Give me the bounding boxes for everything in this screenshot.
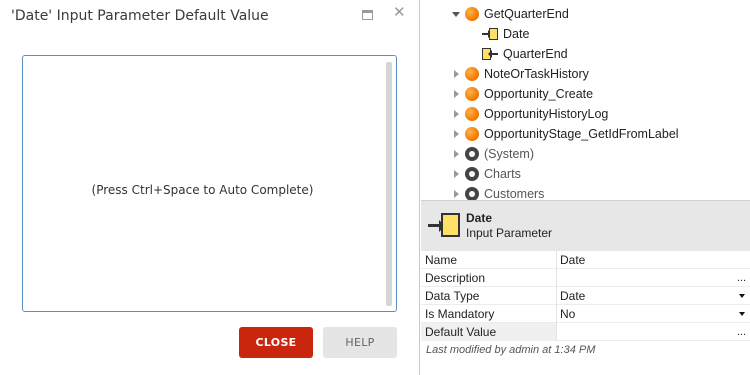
close-icon[interactable]: ✕ bbox=[393, 5, 406, 20]
output-parameter-icon bbox=[482, 48, 498, 60]
tree-item-opportunityhistorylog[interactable]: OpportunityHistoryLog bbox=[421, 104, 750, 124]
property-divider bbox=[556, 251, 557, 269]
action-icon bbox=[465, 67, 479, 81]
properties-element-name: Date bbox=[466, 211, 493, 225]
tree-item-charts[interactable]: Charts bbox=[421, 164, 750, 184]
dialog-title: 'Date' Input Parameter Default Value bbox=[11, 8, 269, 24]
tree-item-label: (System) bbox=[484, 147, 534, 161]
expand-arrow-icon[interactable] bbox=[454, 170, 459, 178]
module-icon bbox=[465, 167, 479, 181]
tree-item-system[interactable]: (System) bbox=[421, 144, 750, 164]
property-row-data-type[interactable]: Data Type Date bbox=[421, 287, 750, 305]
tree-item-label: Customers bbox=[484, 187, 545, 200]
action-icon bbox=[465, 107, 479, 121]
tree-item-label: QuarterEnd bbox=[503, 47, 568, 61]
input-parameter-icon bbox=[428, 212, 462, 240]
expand-arrow-icon[interactable] bbox=[454, 130, 459, 138]
input-parameter-icon bbox=[482, 28, 498, 40]
action-icon bbox=[465, 127, 479, 141]
tree-item-noteortaskhistory[interactable]: NoteOrTaskHistory bbox=[421, 64, 750, 84]
tree-item-date[interactable]: Date bbox=[421, 24, 750, 44]
property-key: Description bbox=[425, 271, 486, 285]
property-key: Default Value bbox=[425, 325, 497, 339]
expand-arrow-icon[interactable] bbox=[454, 150, 459, 158]
module-icon bbox=[465, 187, 479, 200]
property-key: Name bbox=[425, 253, 458, 267]
action-icon bbox=[465, 7, 479, 21]
editor-scrollbar[interactable] bbox=[386, 62, 392, 306]
property-value[interactable]: No bbox=[560, 305, 575, 323]
property-divider bbox=[556, 305, 557, 323]
tree-item-label: OpportunityStage_GetIdFromLabel bbox=[484, 127, 679, 141]
dropdown-arrow-icon[interactable] bbox=[739, 312, 745, 316]
property-row-default-value[interactable]: Default Value ... bbox=[421, 323, 750, 341]
property-row-description[interactable]: Description ... bbox=[421, 269, 750, 287]
tree-item-label: GetQuarterEnd bbox=[484, 7, 569, 21]
properties-header: Date Input Parameter bbox=[421, 200, 750, 251]
maximize-icon[interactable] bbox=[362, 10, 373, 20]
help-button[interactable]: HELP bbox=[323, 327, 397, 358]
property-value[interactable]: Date bbox=[560, 287, 585, 305]
tree-item-quarterend[interactable]: QuarterEnd bbox=[421, 44, 750, 64]
tree-item-getquarterend[interactable]: GetQuarterEnd bbox=[421, 4, 750, 24]
property-divider bbox=[556, 287, 557, 305]
last-modified-text: Last modified by admin at 1:34 PM bbox=[426, 344, 596, 356]
expand-arrow-icon[interactable] bbox=[454, 70, 459, 78]
tree-item-label: OpportunityHistoryLog bbox=[484, 107, 609, 121]
tree-item-customers[interactable]: Customers bbox=[421, 184, 750, 200]
expand-arrow-icon[interactable] bbox=[454, 110, 459, 118]
tree-item-opportunity-create[interactable]: Opportunity_Create bbox=[421, 84, 750, 104]
module-tree: GetQuarterEnd Date QuarterEnd NoteOrTask… bbox=[421, 0, 750, 200]
action-icon bbox=[465, 87, 479, 101]
close-button[interactable]: CLOSE bbox=[239, 327, 313, 358]
property-divider bbox=[556, 323, 557, 341]
tree-item-label: Opportunity_Create bbox=[484, 87, 594, 101]
ellipsis-button[interactable]: ... bbox=[737, 269, 746, 287]
expand-arrow-icon[interactable] bbox=[454, 190, 459, 198]
tree-item-label: Date bbox=[503, 27, 530, 41]
module-icon bbox=[465, 147, 479, 161]
property-row-name[interactable]: Name Date bbox=[421, 251, 750, 269]
property-key: Data Type bbox=[425, 289, 480, 303]
dropdown-arrow-icon[interactable] bbox=[739, 294, 745, 298]
properties-element-type: Input Parameter bbox=[466, 226, 553, 240]
property-row-is-mandatory[interactable]: Is Mandatory No bbox=[421, 305, 750, 323]
tree-item-opportunitystage-getidfromlabel[interactable]: OpportunityStage_GetIdFromLabel bbox=[421, 124, 750, 144]
default-value-dialog: 'Date' Input Parameter Default Value ✕ (… bbox=[0, 0, 420, 375]
tree-item-label: NoteOrTaskHistory bbox=[484, 67, 589, 81]
property-divider bbox=[556, 269, 557, 287]
expand-arrow-icon[interactable] bbox=[452, 12, 460, 17]
ellipsis-button[interactable]: ... bbox=[737, 323, 746, 341]
tree-item-label: Charts bbox=[484, 167, 521, 181]
expression-editor[interactable]: (Press Ctrl+Space to Auto Complete) bbox=[22, 55, 397, 312]
editor-hint: (Press Ctrl+Space to Auto Complete) bbox=[91, 183, 314, 197]
properties-grid: Name Date Description ... Data Type Date… bbox=[421, 251, 750, 341]
property-value[interactable]: Date bbox=[560, 251, 585, 269]
property-key: Is Mandatory bbox=[425, 307, 495, 321]
expand-arrow-icon[interactable] bbox=[454, 90, 459, 98]
